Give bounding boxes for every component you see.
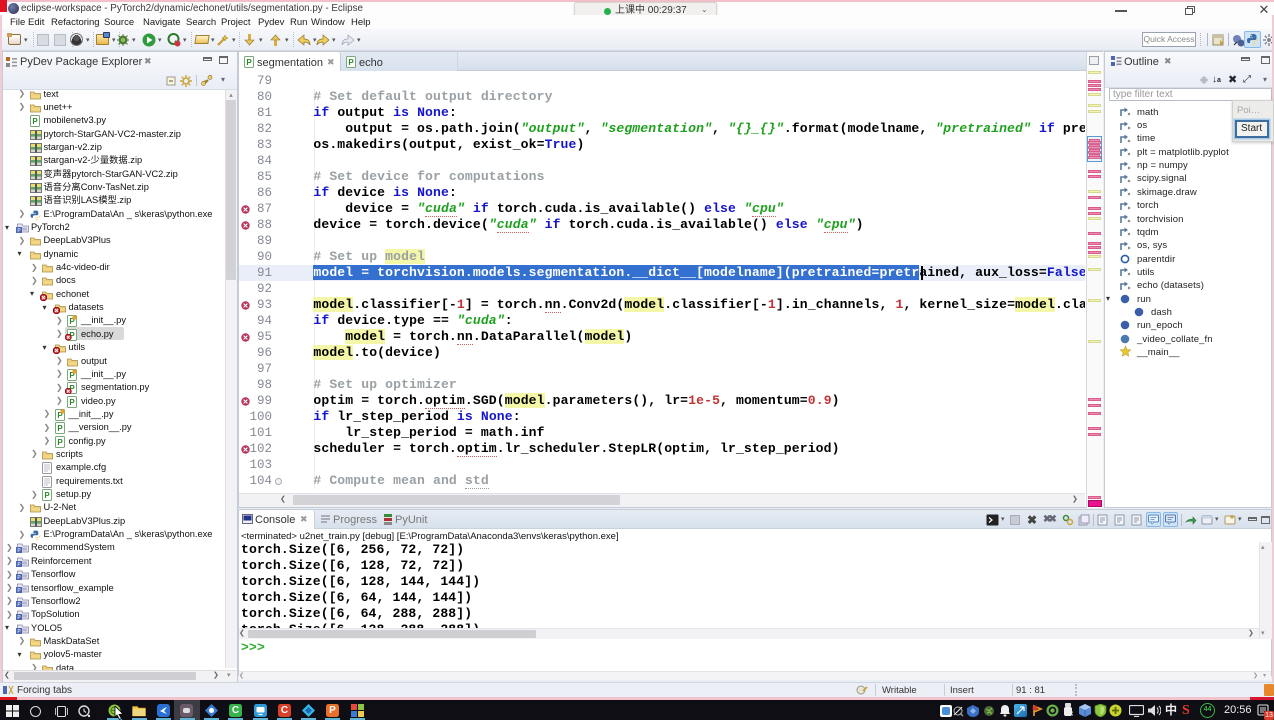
svg-text:P: P bbox=[57, 424, 63, 433]
svg-text:P: P bbox=[44, 491, 50, 500]
svg-text:P: P bbox=[246, 58, 252, 67]
svg-text:P: P bbox=[32, 117, 38, 126]
svg-text:P: P bbox=[69, 398, 75, 407]
svg-text:P: P bbox=[57, 438, 63, 447]
svg-text:P: P bbox=[348, 58, 354, 67]
